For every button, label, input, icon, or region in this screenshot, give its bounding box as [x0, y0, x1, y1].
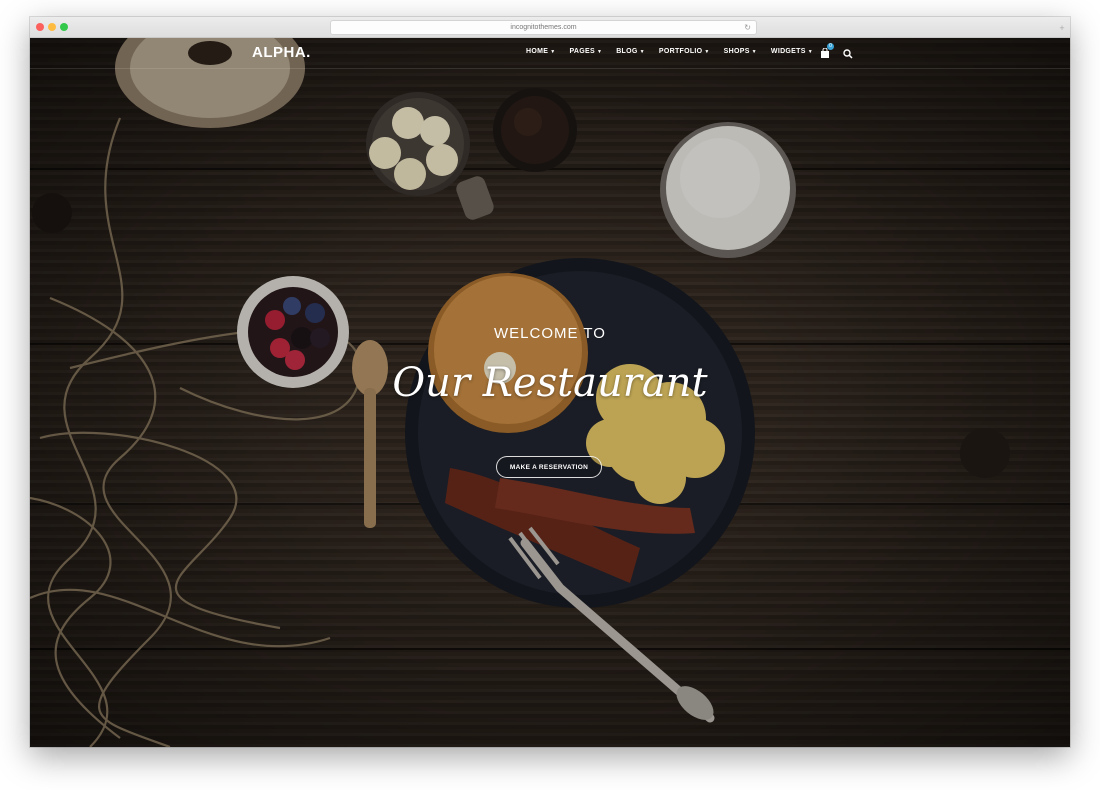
hero-content: WELCOME TO Our Restaurant MAKE A RESERVA… [30, 38, 1070, 747]
hero-title: Our Restaurant [392, 360, 708, 406]
close-window-button[interactable] [36, 23, 44, 31]
hero-section: ALPHA. HOME ▼ PAGES ▼ BLOG ▼ PORTFOLIO ▼ SHO… [30, 38, 1070, 747]
hero-kicker: WELCOME TO [494, 325, 606, 342]
make-reservation-button[interactable]: MAKE A RESERVATION [496, 456, 602, 478]
maximize-window-button[interactable] [60, 23, 68, 31]
new-tab-icon[interactable]: + [1057, 23, 1067, 33]
address-url: incognitothemes.com [510, 24, 577, 31]
reload-icon[interactable]: ↻ [744, 21, 751, 34]
minimize-window-button[interactable] [48, 23, 56, 31]
address-bar[interactable]: incognitothemes.com ↻ [330, 20, 757, 35]
browser-toolbar: incognitothemes.com ↻ + [30, 17, 1070, 38]
browser-window: incognitothemes.com ↻ + ALPHA. HOME ▼ PA… [30, 17, 1070, 747]
